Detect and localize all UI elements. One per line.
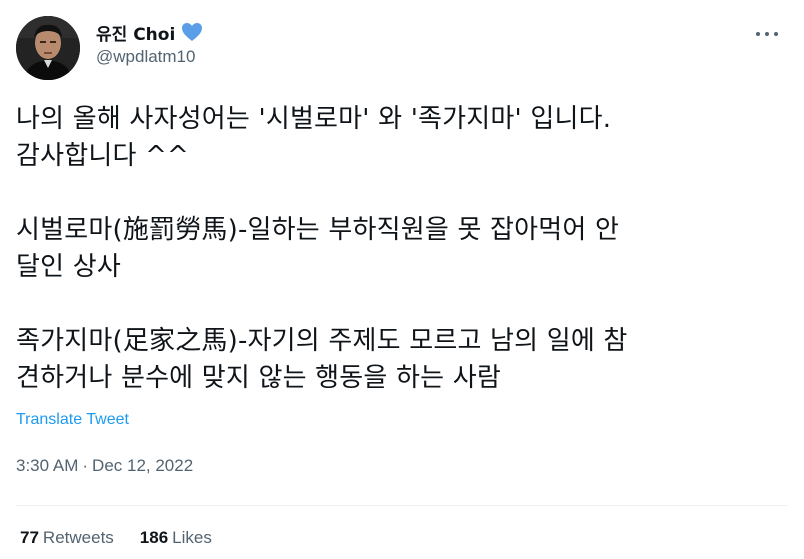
profile-photo (16, 16, 80, 80)
divider (16, 505, 788, 506)
more-dot (765, 32, 769, 36)
likes-count: 186 (139, 528, 169, 547)
tweet-text-line: 감사합니다 ^^ (16, 141, 190, 171)
tweet-timestamp[interactable]: 3:30 AM · Dec 12, 2022 (16, 456, 193, 476)
tweet-author: 유진 Choi @wpdlatm10 (96, 20, 203, 67)
tweet-text-line: 시벌로마(施罰勞馬)-일하는 부하직원을 못 잡아먹어 안 (16, 215, 620, 245)
retweets-count: 77 (20, 528, 39, 547)
display-name-row: 유진 Choi (96, 20, 203, 45)
more-dot (774, 32, 778, 36)
retweets-stat[interactable]: 77 Retweets (20, 528, 114, 548)
tweet-text-line: 나의 올해 사자성어는 '시벌로마' 와 '족가지마' 입니다. (16, 104, 612, 134)
avatar[interactable] (16, 16, 80, 80)
tweet-date: Dec 12, 2022 (92, 456, 194, 475)
retweets-label: Retweets (42, 528, 114, 547)
blue-heart-icon (181, 22, 203, 42)
tweet-stats: 77 Retweets 186 Likes (20, 528, 238, 548)
more-horizontal-icon[interactable] (756, 30, 778, 38)
user-handle[interactable]: @wpdlatm10 (96, 47, 203, 67)
tweet-text: 나의 올해 사자성어는 '시벌로마' 와 '족가지마' 입니다. 감사합니다 ^… (16, 101, 786, 397)
likes-stat[interactable]: 186 Likes (140, 528, 212, 548)
tweet-card: 유진 Choi @wpdlatm10 나의 올해 사자성어는 '시벌로마' 와 … (0, 0, 804, 559)
tweet-text-line: 족가지마(足家之馬)-자기의 주제도 모르고 남의 일에 참 (16, 326, 628, 356)
tweet-text-line: 견하거나 분수에 맞지 않는 행동을 하는 사람 (16, 363, 501, 393)
translate-tweet-link[interactable]: Translate Tweet (16, 411, 129, 429)
likes-label: Likes (172, 528, 212, 547)
timestamp-separator: · (82, 456, 89, 475)
display-name[interactable]: 유진 Choi (96, 20, 175, 45)
tweet-text-line: 달인 상사 (16, 252, 121, 282)
tweet-time: 3:30 AM (16, 456, 79, 475)
more-dot (756, 32, 760, 36)
